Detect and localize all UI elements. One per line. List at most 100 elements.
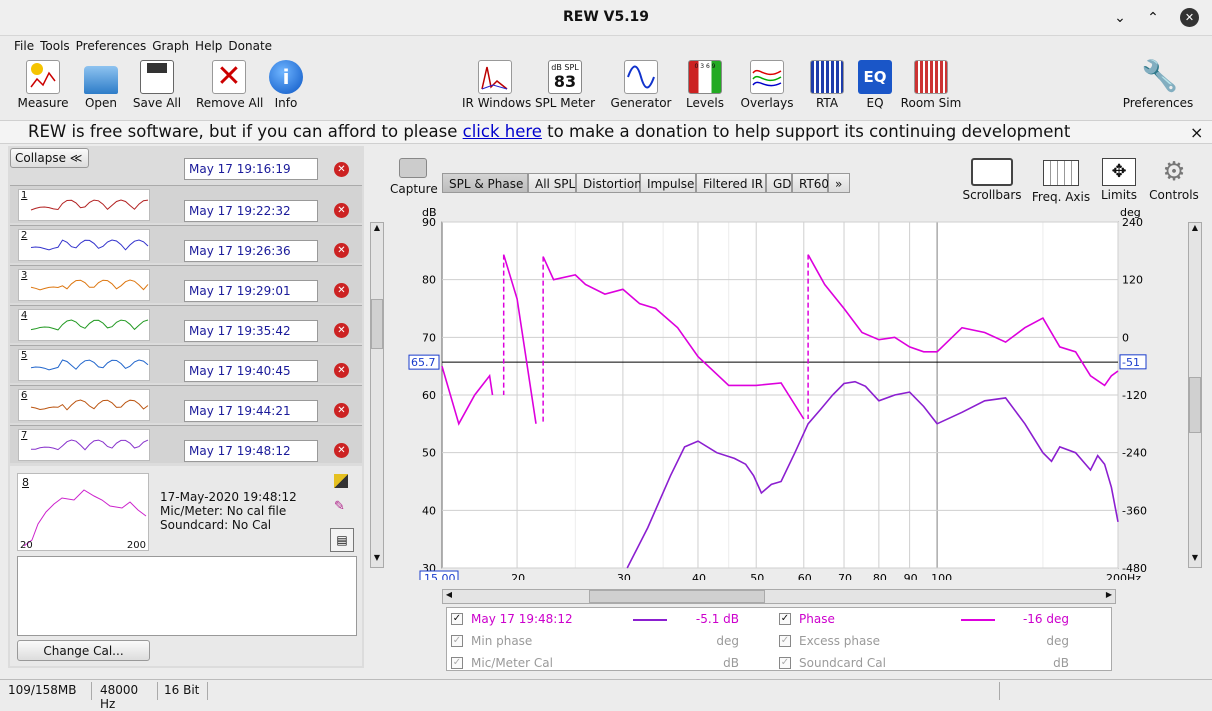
- room-sim-icon: [914, 60, 948, 94]
- cursor-left-value: 65.7: [411, 356, 436, 369]
- menu-bar: File Tools Preferences Graph Help Donate: [0, 37, 1212, 57]
- measurement-name-field[interactable]: May 17 19:40:45: [184, 360, 318, 382]
- info-button[interactable]: i Info: [268, 60, 304, 110]
- measurement-name-field[interactable]: May 17 19:22:32: [184, 200, 318, 222]
- tab-all-spl[interactable]: All SPL: [528, 173, 576, 193]
- legend-label: Excess phase: [799, 634, 880, 648]
- generator-button[interactable]: Generator: [610, 60, 672, 110]
- scrollbars-button[interactable]: Scrollbars: [962, 158, 1022, 202]
- measurement-name-field[interactable]: May 17 19:44:21: [184, 400, 318, 422]
- measurement-thumbnail[interactable]: 4: [18, 309, 150, 341]
- banner-text: REW is free software, but if you can aff…: [28, 122, 463, 141]
- delete-measurement-icon[interactable]: ✕: [334, 363, 349, 378]
- selected-thumbnail-curve: [23, 489, 147, 547]
- delete-measurement-icon[interactable]: ✕: [334, 283, 349, 298]
- delete-measurement-icon[interactable]: ✕: [334, 443, 349, 458]
- donate-link[interactable]: click here: [463, 122, 542, 141]
- delete-measurement-icon[interactable]: ✕: [334, 323, 349, 338]
- delete-measurement-icon[interactable]: ✕: [334, 403, 349, 418]
- capture-button[interactable]: Capture: [390, 158, 438, 196]
- phase-tick-label: 0: [1122, 331, 1129, 344]
- tab-impulse[interactable]: Impulse: [640, 173, 696, 193]
- x-tick-label: 40: [692, 572, 706, 580]
- notes-icon[interactable]: ▤: [330, 528, 354, 552]
- left-axis-unit: dB: [422, 206, 437, 219]
- legend-checkbox[interactable]: ✓: [451, 613, 463, 625]
- legend-checkbox[interactable]: ✓: [451, 657, 463, 669]
- maximize-button[interactable]: ⌃: [1143, 8, 1163, 28]
- legend-checkbox[interactable]: ✓: [779, 613, 791, 625]
- measurement-thumbnail[interactable]: 7: [18, 429, 150, 461]
- menu-graph[interactable]: Graph: [152, 37, 189, 55]
- menu-donate[interactable]: Donate: [228, 37, 272, 55]
- change-cal-button[interactable]: Change Cal...: [17, 640, 150, 661]
- rta-button[interactable]: RTA: [810, 60, 844, 110]
- room-sim-button[interactable]: Room Sim: [900, 60, 962, 110]
- y-tick-label: 70: [422, 331, 436, 344]
- horizontal-scrollbar[interactable]: ◀ ▶: [442, 589, 1116, 604]
- menu-help[interactable]: Help: [195, 37, 222, 55]
- menu-file[interactable]: File: [14, 37, 34, 55]
- x-tick-label: 100: [931, 572, 952, 580]
- legend-value: deg: [1046, 634, 1069, 648]
- tab-spl-phase[interactable]: SPL & Phase: [442, 173, 528, 193]
- y-tick-label: 60: [422, 389, 436, 402]
- menu-tools[interactable]: Tools: [40, 37, 70, 55]
- phase-tick-label: -480: [1122, 562, 1147, 575]
- overlays-button[interactable]: Overlays: [740, 60, 794, 110]
- limits-button[interactable]: ✥ Limits: [1098, 158, 1140, 202]
- menu-preferences[interactable]: Preferences: [76, 37, 147, 55]
- delete-measurement-icon[interactable]: ✕: [334, 203, 349, 218]
- ir-windows-button[interactable]: IR Windows: [462, 60, 531, 110]
- eq-button[interactable]: EQ EQ: [858, 60, 892, 110]
- measurement-thumbnail[interactable]: 6: [18, 389, 150, 421]
- measurement-thumbnail[interactable]: 3: [18, 269, 150, 301]
- legend-checkbox[interactable]: ✓: [779, 635, 791, 647]
- freq-axis-button[interactable]: Freq. Axis: [1030, 158, 1092, 204]
- legend-line-swatch: [961, 619, 995, 621]
- tab-filtered-ir[interactable]: Filtered IR: [696, 173, 766, 193]
- measurement-thumbnail[interactable]: 2: [18, 229, 150, 261]
- close-window-button[interactable]: ✕: [1180, 8, 1199, 27]
- spl-phase-chart[interactable]: 20 30 40 50 60 70 80 90 100 200Hz9080706050403024…: [380, 200, 1160, 580]
- pen-icon[interactable]: ✎: [334, 500, 348, 514]
- legend-checkbox[interactable]: ✓: [779, 657, 791, 669]
- sample-rate-status: 48000 Hz: [94, 682, 158, 711]
- levels-button[interactable]: 0 3 6 9 Levels: [684, 60, 726, 110]
- spl-meter-button[interactable]: dB SPL 83 SPL Meter: [534, 60, 596, 110]
- measurement-thumbnail-curve: [31, 439, 149, 451]
- measurement-name-field[interactable]: May 17 19:29:01: [184, 280, 318, 302]
- tab-rt60[interactable]: RT60: [792, 173, 829, 193]
- measurement-thumbnail[interactable]: 5: [18, 349, 150, 381]
- measurement-thumbnail[interactable]: 1: [18, 189, 150, 221]
- legend-value: deg: [716, 634, 739, 648]
- measurement-name-field[interactable]: May 17 19:48:12: [184, 440, 318, 462]
- notes-textarea[interactable]: [17, 556, 357, 636]
- measurement-info: 17-May-2020 19:48:12 Mic/Meter: No cal f…: [160, 490, 297, 532]
- tab-gd[interactable]: GD: [766, 173, 792, 193]
- x-tick-label: 20: [511, 572, 525, 580]
- delete-measurement-icon[interactable]: ✕: [334, 162, 349, 177]
- legend-checkbox[interactable]: ✓: [451, 635, 463, 647]
- measure-button[interactable]: Measure: [14, 60, 72, 110]
- remove-all-button[interactable]: ✕ Remove All: [196, 60, 263, 110]
- preferences-button[interactable]: 🔧 Preferences: [1122, 60, 1194, 111]
- banner-close-button[interactable]: ×: [1190, 123, 1203, 142]
- spl-meter-icon: dB SPL 83: [548, 60, 582, 94]
- selected-thumbnail[interactable]: 8 20 200: [17, 473, 149, 551]
- controls-button[interactable]: ⚙ Controls: [1146, 158, 1202, 202]
- edit-icon[interactable]: [334, 474, 348, 488]
- open-button[interactable]: Open: [80, 60, 122, 110]
- tab-distortion[interactable]: Distortion: [576, 173, 642, 193]
- legend-label: Soundcard Cal: [799, 656, 886, 670]
- delete-measurement-icon[interactable]: ✕: [334, 243, 349, 258]
- measurement-name-field[interactable]: May 17 19:16:19: [184, 158, 318, 180]
- tab-more[interactable]: »: [828, 173, 850, 193]
- right-vertical-scrollbar[interactable]: ▲ ▼: [1188, 222, 1202, 568]
- measurement-name-field[interactable]: May 17 19:26:36: [184, 240, 318, 262]
- minimize-button[interactable]: ⌄: [1110, 8, 1130, 28]
- measurement-thumbnail-curve: [30, 199, 149, 211]
- save-all-button[interactable]: Save All: [132, 60, 182, 110]
- measurement-name-field[interactable]: May 17 19:35:42: [184, 320, 318, 342]
- collapse-button[interactable]: Collapse ≪: [10, 148, 89, 168]
